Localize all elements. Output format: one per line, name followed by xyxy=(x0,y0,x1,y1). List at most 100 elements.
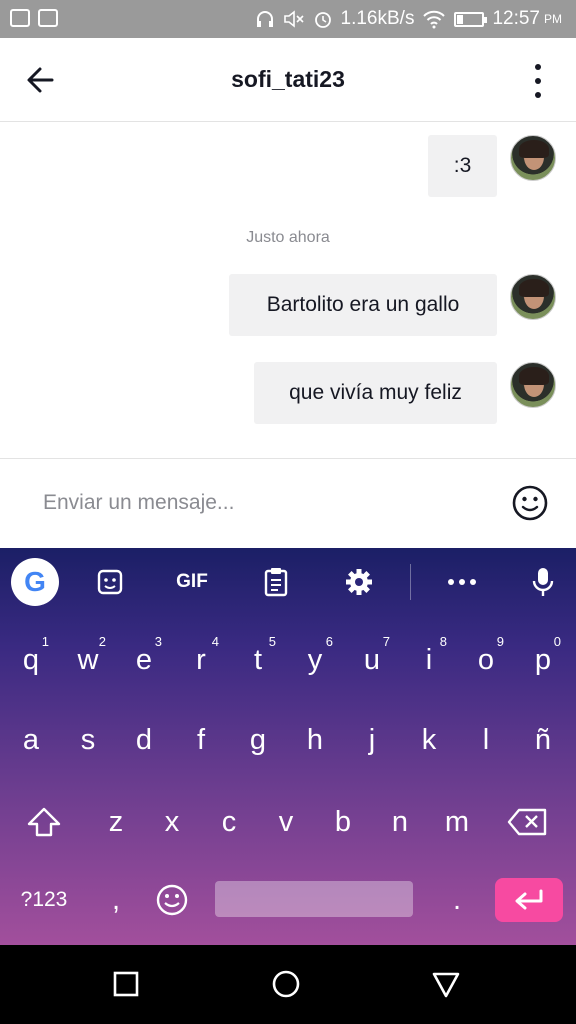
recents-square-icon[interactable] xyxy=(111,969,141,999)
more-options-icon[interactable] xyxy=(534,64,542,98)
space-bar[interactable] xyxy=(215,881,413,917)
key-g[interactable]: g xyxy=(230,710,286,770)
key-a[interactable]: a xyxy=(3,710,59,770)
battery-icon xyxy=(454,11,488,27)
message-composer: Enviar un mensaje... xyxy=(0,458,576,548)
google-logo: G xyxy=(24,566,46,597)
enter-arrow-icon xyxy=(515,889,543,910)
key-z[interactable]: z xyxy=(88,792,144,852)
key-hint: 8 xyxy=(439,634,447,649)
key-comma[interactable]: , xyxy=(88,870,144,930)
avatar[interactable] xyxy=(510,274,556,320)
key-t[interactable]: t5 xyxy=(230,630,286,690)
key-hint: 5 xyxy=(268,634,276,649)
back-triangle-icon[interactable] xyxy=(431,969,461,999)
key-label: i xyxy=(425,643,433,676)
clock-time: 12:57 xyxy=(492,8,540,29)
emoji-key[interactable] xyxy=(144,870,200,930)
chat-header: sofi_tati23 xyxy=(0,38,576,122)
key-v[interactable]: v xyxy=(258,792,314,852)
key-x[interactable]: x xyxy=(144,792,200,852)
key-label: t xyxy=(253,643,263,676)
key-n-tilde[interactable]: ñ xyxy=(515,710,571,770)
key-o[interactable]: o9 xyxy=(458,630,514,690)
avatar[interactable] xyxy=(510,362,556,408)
key-j[interactable]: j xyxy=(344,710,400,770)
shift-key[interactable] xyxy=(16,792,72,852)
keyboard-toolbar: G GIF xyxy=(0,548,576,616)
key-y[interactable]: y6 xyxy=(287,630,343,690)
google-search-button[interactable]: G xyxy=(11,558,59,606)
gif-button[interactable]: GIF xyxy=(172,566,212,598)
key-label: e xyxy=(135,643,153,676)
smiley-icon xyxy=(156,884,188,916)
more-horizontal-icon[interactable] xyxy=(446,566,478,598)
key-s[interactable]: s xyxy=(60,710,116,770)
status-bar: 1.16kB/s 12:57 PM xyxy=(0,0,576,38)
alarm-icon xyxy=(314,12,331,28)
clock-ampm: PM xyxy=(544,12,562,26)
avatar[interactable] xyxy=(510,135,556,181)
key-period[interactable]: . xyxy=(429,870,485,930)
toolbar-divider xyxy=(410,564,411,600)
message-list[interactable]: :3 Justo ahora Bartolito era un gallo qu… xyxy=(0,122,576,458)
backspace-key[interactable] xyxy=(500,792,556,852)
key-r[interactable]: r4 xyxy=(173,630,229,690)
shift-arrow-icon xyxy=(27,807,61,837)
key-k[interactable]: k xyxy=(401,710,457,770)
enter-key[interactable] xyxy=(495,878,563,922)
message-timestamp: Justo ahora xyxy=(246,229,330,246)
key-d[interactable]: d xyxy=(116,710,172,770)
message-input[interactable]: Enviar un mensaje... xyxy=(43,491,234,515)
key-p[interactable]: p0 xyxy=(515,630,571,690)
key-m[interactable]: m xyxy=(429,792,485,852)
system-navigation-bar xyxy=(0,945,576,1024)
key-h[interactable]: h xyxy=(287,710,343,770)
key-u[interactable]: u7 xyxy=(344,630,400,690)
mute-icon xyxy=(283,10,304,28)
backspace-icon xyxy=(507,808,547,836)
key-label: r xyxy=(196,643,206,676)
key-label: w xyxy=(77,643,99,676)
wifi-icon xyxy=(423,10,446,29)
keyboard: G GIF q1 w2 e3 r4 t5 y6 u7 i8 o9 p0 a s … xyxy=(0,548,576,945)
key-label: p xyxy=(534,643,552,676)
chat-title: sofi_tati23 xyxy=(231,66,345,92)
key-hint: 0 xyxy=(553,634,561,649)
key-i[interactable]: i8 xyxy=(401,630,457,690)
emoji-icon[interactable] xyxy=(511,484,549,522)
sticker-icon[interactable] xyxy=(94,566,126,598)
key-hint: 4 xyxy=(211,634,219,649)
microphone-icon[interactable] xyxy=(527,566,559,598)
message-bubble[interactable]: Bartolito era un gallo xyxy=(229,274,497,336)
home-circle-icon[interactable] xyxy=(271,969,301,999)
key-q[interactable]: q1 xyxy=(3,630,59,690)
key-b[interactable]: b xyxy=(315,792,371,852)
key-hint: 3 xyxy=(154,634,162,649)
battery-level xyxy=(457,14,463,24)
key-label: y xyxy=(307,643,323,676)
key-c[interactable]: c xyxy=(201,792,257,852)
message-bubble[interactable]: que vivía muy feliz xyxy=(254,362,497,424)
key-label: u xyxy=(363,643,381,676)
settings-gear-icon[interactable] xyxy=(343,566,375,598)
key-hint: 1 xyxy=(41,634,49,649)
network-speed: 1.16kB/s xyxy=(340,8,415,29)
key-hint: 9 xyxy=(496,634,504,649)
youtube-notification-icon xyxy=(38,9,58,27)
headphones-icon xyxy=(256,11,273,27)
key-hint: 7 xyxy=(382,634,390,649)
key-w[interactable]: w2 xyxy=(60,630,116,690)
gallery-notification-icon xyxy=(10,9,30,27)
symbols-key[interactable]: ?123 xyxy=(8,870,80,930)
key-f[interactable]: f xyxy=(173,710,229,770)
key-label: o xyxy=(477,643,495,676)
key-n[interactable]: n xyxy=(372,792,428,852)
key-label: q xyxy=(22,643,40,676)
key-hint: 6 xyxy=(325,634,333,649)
key-e[interactable]: e3 xyxy=(116,630,172,690)
message-bubble[interactable]: :3 xyxy=(428,135,497,197)
key-hint: 2 xyxy=(98,634,106,649)
clipboard-icon[interactable] xyxy=(260,566,292,598)
key-l[interactable]: l xyxy=(458,710,514,770)
